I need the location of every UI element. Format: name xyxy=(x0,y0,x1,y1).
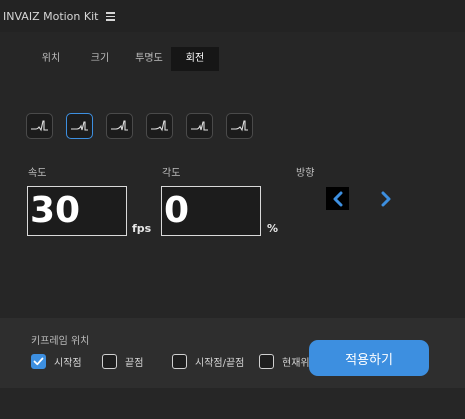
keyframe-start-end-checkbox[interactable]: 시작점/끝점 xyxy=(172,354,244,369)
tab-opacity[interactable]: 투명도 xyxy=(127,47,171,71)
easing-preset-1[interactable] xyxy=(26,113,53,139)
easing-curve-icon xyxy=(191,121,208,131)
easing-curve-icon xyxy=(111,120,128,131)
easing-curve-icon xyxy=(31,120,48,132)
main-panel: 위치 크기 투명도 회전 속도 30 fps 각도 0 % 방향 키프레임 위치… xyxy=(0,32,465,419)
easing-preset-2[interactable] xyxy=(66,113,93,139)
tab-bar: 위치 크기 투명도 회전 xyxy=(29,47,219,71)
checkbox-box[interactable] xyxy=(31,354,46,369)
title-bar: INVAIZ Motion Kit xyxy=(0,0,465,32)
direction-label: 방향 xyxy=(296,168,315,179)
easing-curve-icon xyxy=(71,121,88,131)
checkbox-box[interactable] xyxy=(102,354,117,369)
checkbox-box[interactable] xyxy=(172,354,187,369)
keyframe-position-label: 키프레임 위치 xyxy=(31,336,90,347)
chevron-right-icon xyxy=(381,191,390,206)
keyframe-end-checkbox[interactable]: 끝점 xyxy=(102,354,143,369)
speed-label: 속도 xyxy=(28,168,47,179)
keyframe-start-end-label: 시작점/끝점 xyxy=(195,358,245,369)
angle-unit: % xyxy=(267,222,279,235)
chevron-left-icon xyxy=(333,191,342,206)
hamburger-icon[interactable] xyxy=(106,12,116,21)
direction-left-button[interactable] xyxy=(326,187,349,210)
easing-preset-3[interactable] xyxy=(106,113,133,139)
footer-area xyxy=(0,388,465,419)
easing-preset-4[interactable] xyxy=(146,113,173,139)
tab-scale[interactable]: 크기 xyxy=(73,47,127,71)
easing-presets xyxy=(26,113,266,139)
checkmark-icon xyxy=(33,357,43,365)
keyframe-end-label: 끝점 xyxy=(125,358,144,369)
direction-right-button[interactable] xyxy=(374,187,397,210)
easing-curve-icon xyxy=(151,120,168,132)
tab-rotation[interactable]: 회전 xyxy=(171,47,219,71)
angle-label: 각도 xyxy=(162,168,181,179)
easing-preset-5[interactable] xyxy=(186,113,213,139)
angle-input[interactable]: 0 xyxy=(161,186,261,236)
easing-curve-icon xyxy=(231,120,248,132)
keyframe-start-label: 시작점 xyxy=(54,358,82,369)
easing-preset-6[interactable] xyxy=(226,113,253,139)
keyframe-panel: 키프레임 위치 시작점 끝점 시작점/끝점 현재위치 적용하기 xyxy=(0,318,465,388)
checkbox-box[interactable] xyxy=(259,354,274,369)
speed-unit: fps xyxy=(132,222,152,235)
tab-position[interactable]: 위치 xyxy=(29,47,73,71)
speed-input[interactable]: 30 xyxy=(27,186,127,236)
keyframe-start-checkbox[interactable]: 시작점 xyxy=(31,354,82,369)
apply-button[interactable]: 적용하기 xyxy=(309,340,429,376)
app-title: INVAIZ Motion Kit xyxy=(3,9,99,23)
